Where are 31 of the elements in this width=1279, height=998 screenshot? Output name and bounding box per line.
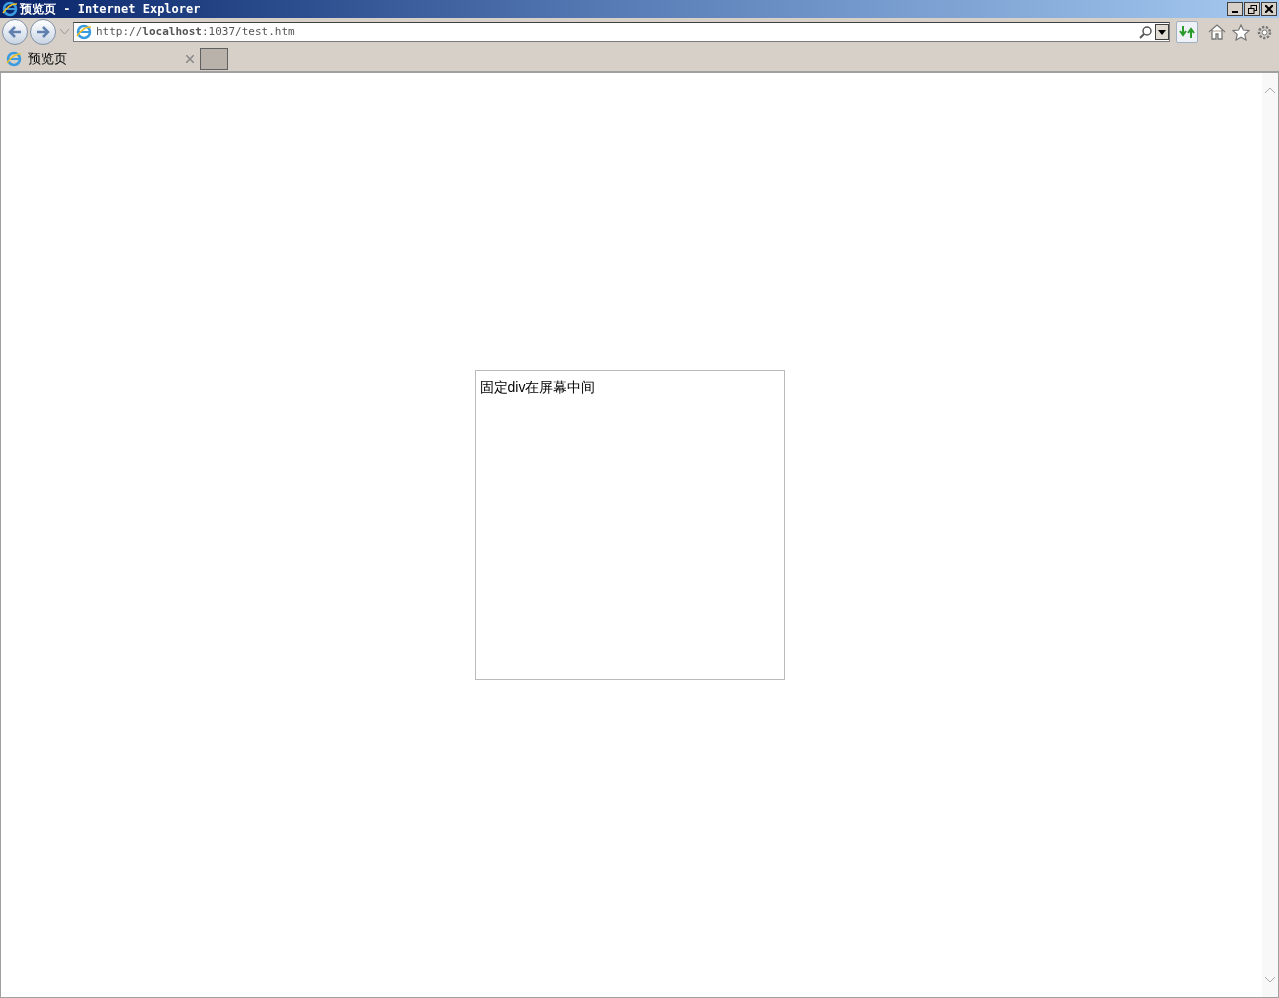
caret-icon — [1158, 29, 1166, 35]
url-text: http://localhost:1037/test.htm — [96, 23, 295, 40]
page-icon — [6, 50, 22, 67]
refresh-button[interactable] — [1176, 21, 1198, 43]
dropdown-button[interactable] — [1155, 24, 1169, 40]
star-icon[interactable] — [1232, 23, 1250, 41]
back-button[interactable] — [2, 19, 28, 45]
restore-button[interactable] — [1244, 2, 1260, 16]
panel-text: 固定div在屏幕中间 — [479, 379, 596, 395]
vertical-scrollbar[interactable] — [1262, 73, 1278, 997]
close-icon — [1265, 5, 1273, 13]
scroll-down-icon[interactable] — [1265, 977, 1275, 983]
forward-arrow-icon — [36, 26, 50, 38]
minimize-icon — [1232, 11, 1238, 13]
address-bar[interactable]: http://localhost:1037/test.htm — [73, 22, 1170, 42]
minimize-button[interactable] — [1227, 2, 1243, 16]
scroll-up-icon[interactable] — [1265, 87, 1275, 93]
new-tab-button[interactable] — [200, 47, 228, 70]
page-icon — [76, 24, 92, 40]
back-arrow-icon — [8, 26, 22, 38]
restore-icon — [1247, 4, 1257, 14]
home-icon[interactable] — [1208, 24, 1226, 40]
refresh-arrows-icon — [1179, 25, 1195, 39]
settings-icon[interactable] — [1256, 23, 1273, 41]
window-title: 预览页 - Internet Explorer — [20, 1, 201, 18]
browser-logo-icon — [2, 1, 18, 17]
tab-label: 预览页 — [28, 49, 67, 68]
forward-button[interactable] — [30, 19, 56, 45]
close-tab-icon[interactable] — [186, 54, 194, 63]
search-icon[interactable] — [1139, 25, 1153, 39]
close-button[interactable] — [1261, 2, 1277, 16]
